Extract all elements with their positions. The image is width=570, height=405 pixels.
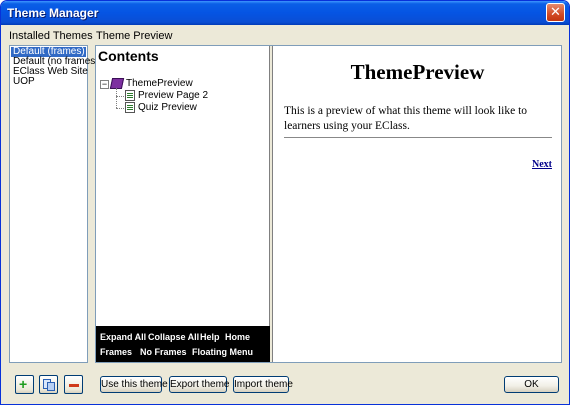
- tree-item-label[interactable]: Preview Page 2: [138, 90, 208, 102]
- help-link[interactable]: Help: [200, 332, 220, 342]
- quiz-page-icon: [125, 102, 135, 113]
- installed-themes-list[interactable]: Default (frames) Default (no frames) ECl…: [9, 45, 99, 363]
- add-theme-button[interactable]: +: [15, 375, 34, 394]
- title-bar[interactable]: Theme Manager ✕: [1, 1, 569, 25]
- no-frames-link[interactable]: No Frames: [140, 347, 187, 357]
- theme-preview-label: Theme Preview: [96, 30, 173, 42]
- frame-splitter[interactable]: [270, 46, 273, 362]
- toc-heading: Contents: [98, 48, 159, 64]
- window-title: Theme Manager: [7, 6, 99, 20]
- collapse-all-link[interactable]: Collapse All: [148, 332, 199, 342]
- content-title: ThemePreview: [350, 60, 485, 84]
- frames-link[interactable]: Frames: [100, 347, 132, 357]
- close-icon: ✕: [550, 4, 561, 19]
- ok-button[interactable]: OK: [504, 376, 559, 393]
- remove-theme-button[interactable]: [64, 375, 83, 394]
- page-icon: [125, 90, 135, 101]
- export-theme-button[interactable]: Export theme: [169, 376, 229, 393]
- collapse-icon[interactable]: −: [100, 80, 109, 89]
- tree-item-label[interactable]: Quiz Preview: [138, 102, 197, 114]
- import-theme-button[interactable]: Import theme: [233, 376, 293, 393]
- plus-icon: +: [19, 376, 28, 392]
- minus-icon: [69, 384, 79, 387]
- close-button[interactable]: ✕: [546, 3, 565, 22]
- expand-all-link[interactable]: Expand All: [100, 332, 146, 342]
- content-pane: ThemePreview This is a preview of what t…: [274, 46, 561, 362]
- home-link[interactable]: Home: [225, 332, 250, 342]
- tree-root-label[interactable]: ThemePreview: [126, 78, 193, 90]
- installed-themes-label: Installed Themes: [9, 30, 93, 42]
- toc-pane: Contents − ThemePreview Preview Page 2 Q…: [96, 46, 270, 362]
- theme-preview-frame: Contents − ThemePreview Preview Page 2 Q…: [95, 45, 562, 363]
- toc-nav-bar: Expand All Collapse All Help Home Frames…: [96, 326, 270, 362]
- use-this-theme-button[interactable]: Use this theme: [100, 376, 168, 393]
- content-divider: [284, 137, 552, 138]
- next-link[interactable]: Next: [532, 159, 552, 170]
- copy-theme-button[interactable]: [39, 375, 58, 394]
- floating-menu-link[interactable]: Floating Menu: [192, 347, 253, 357]
- book-icon: [109, 78, 125, 89]
- theme-item-uop[interactable]: UOP: [11, 77, 86, 87]
- theme-manager-window: Theme Manager ✕ Installed Themes Theme P…: [0, 0, 570, 405]
- content-text: This is a preview of what this theme wil…: [284, 105, 528, 132]
